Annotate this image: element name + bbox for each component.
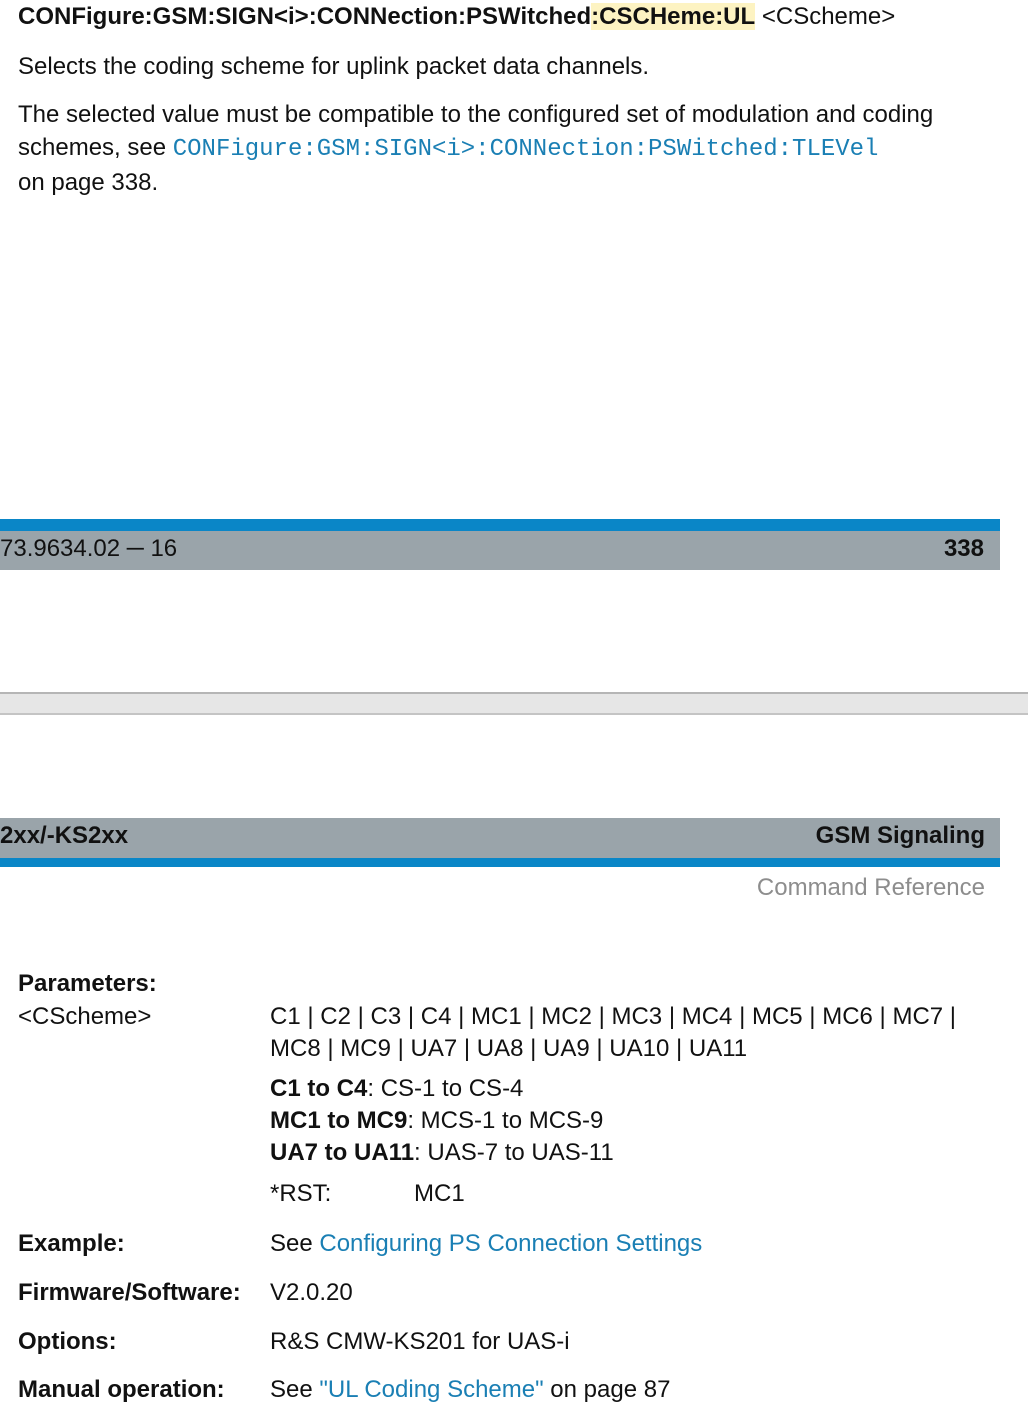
definition-term: UA7 to UA11: [270, 1139, 415, 1166]
firmware-label: Firmware/Software:: [18, 1279, 241, 1306]
tlevel-command-link[interactable]: CONFigure:GSM:SIGN<i>:CONNection:PSWitch…: [173, 136, 879, 163]
definition-term: C1 to C4: [270, 1075, 368, 1102]
command-prefix: CONFigure:GSM:SIGN<i>:CONNection:PSWitch…: [18, 3, 592, 30]
example-value: See Configuring PS Connection Settings: [270, 1230, 702, 1258]
page-separator: [0, 694, 1028, 713]
footer-doc-number: 73.9634.02 ─ 16: [0, 535, 178, 562]
definition-desc: : UAS-7 to UAS-11: [414, 1139, 614, 1166]
rst-value: MC1: [414, 1180, 465, 1207]
header-section: Command Reference: [756, 874, 985, 901]
manual-operation-suffix: on page 87: [543, 1376, 671, 1403]
command-param: <CScheme>: [755, 3, 896, 30]
ps-connection-settings-link[interactable]: Configuring PS Connection Settings: [319, 1230, 702, 1257]
ul-coding-scheme-link[interactable]: "UL Coding Scheme": [319, 1376, 543, 1403]
definition-item: MC1 to MC9: MCS-1 to MCS-9: [270, 1107, 603, 1135]
example-label: Example:: [18, 1230, 125, 1257]
manual-operation-value: See "UL Coding Scheme" on page 87: [270, 1376, 670, 1404]
note-line-2: schemes, see CONFigure:GSM:SIGN<i>:CONNe…: [18, 131, 878, 166]
command-highlight: :CSCHeme:UL: [591, 3, 756, 30]
options-value: R&S CMW-KS201 for UAS-i: [270, 1328, 570, 1355]
command-heading: CONFigure:GSM:SIGN<i>:CONNection:PSWitch…: [18, 3, 895, 31]
page-separator-bottom: [0, 713, 1028, 715]
parameter-values-line-2: MC8 | MC9 | UA7 | UA8 | UA9 | UA10 | UA1…: [270, 1035, 748, 1062]
definition-item: UA7 to UA11: UAS-7 to UAS-11: [270, 1139, 614, 1167]
definition-item: C1 to C4: CS-1 to CS-4: [270, 1075, 523, 1103]
command-description: Selects the coding scheme for uplink pac…: [18, 53, 650, 80]
note-line-2-prefix: schemes, see: [18, 134, 173, 161]
definition-desc: : MCS-1 to MCS-9: [407, 1107, 604, 1134]
parameter-values-line-1: C1 | C2 | C3 | C4 | MC1 | MC2 | MC3 | MC…: [270, 1003, 957, 1030]
header-blue-band: [0, 858, 1000, 867]
manual-operation-prefix: See: [270, 1376, 320, 1403]
header-chapter: GSM Signaling: [815, 822, 985, 849]
rst-label: *RST:: [270, 1180, 332, 1207]
example-prefix: See: [270, 1230, 320, 1257]
definition-desc: : CS-1 to CS-4: [367, 1075, 524, 1102]
options-label: Options:: [18, 1328, 117, 1355]
note-line-1: The selected value must be compatible to…: [18, 101, 934, 128]
header-product: 2xx/-KS2xx: [0, 822, 129, 849]
footer-blue-band: [0, 519, 1000, 531]
parameter-name: <CScheme>: [18, 1003, 152, 1030]
definition-term: MC1 to MC9: [270, 1107, 408, 1134]
parameters-heading: Parameters:: [18, 970, 157, 997]
manual-operation-label: Manual operation:: [18, 1376, 225, 1403]
note-line-3: on page 338.: [18, 169, 159, 196]
footer-page-number: 338: [943, 535, 984, 562]
firmware-value: V2.0.20: [270, 1279, 353, 1306]
